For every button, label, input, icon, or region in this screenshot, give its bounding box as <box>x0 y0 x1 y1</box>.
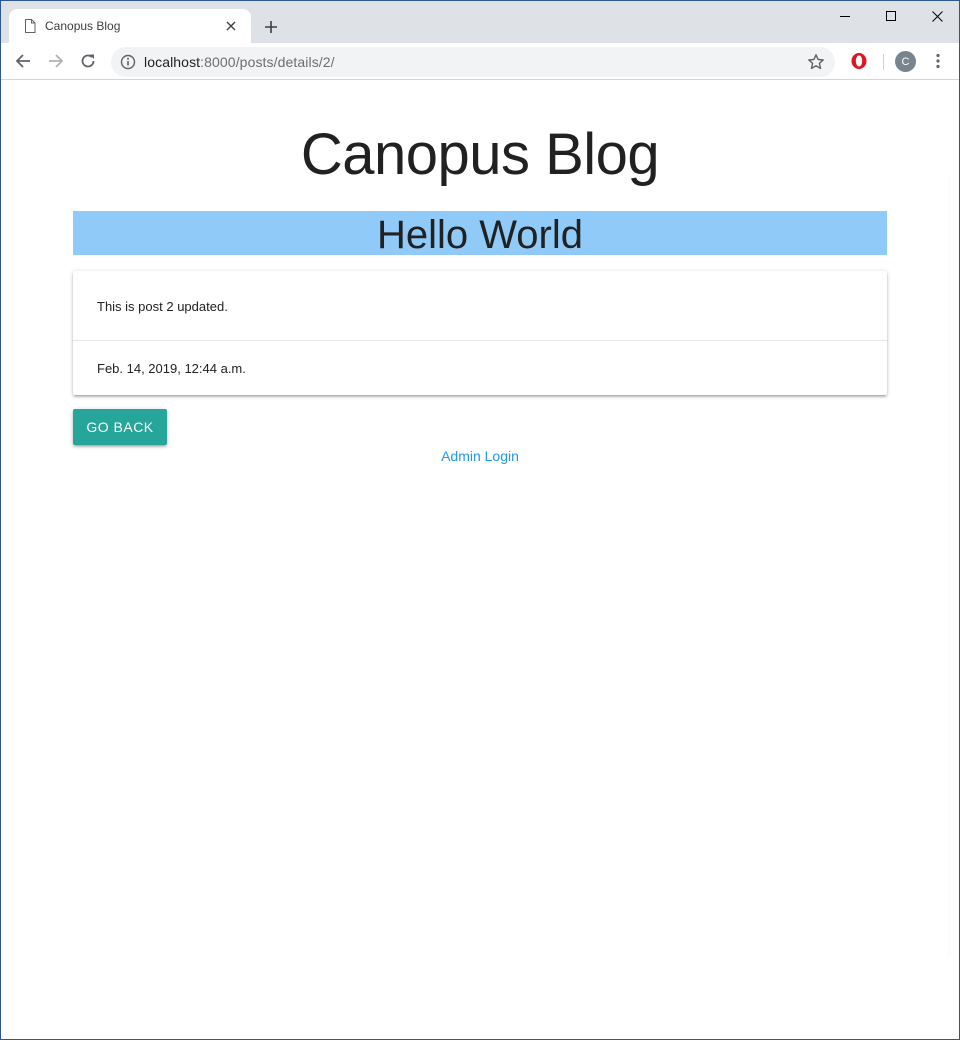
arrow-right-icon[interactable] <box>44 49 68 73</box>
post-body: This is post 2 updated. <box>97 299 228 314</box>
url-host: localhost <box>144 54 201 70</box>
blog-title: Canopus Blog <box>300 122 660 187</box>
address-bar[interactable]: localhost:8000/posts/details/2/ <box>111 47 835 77</box>
maximize-icon[interactable] <box>868 1 914 31</box>
go-back-button[interactable]: GO BACK <box>73 409 167 445</box>
browser-window: Canopus Blog localhost:8000/posts/detail… <box>0 0 960 1040</box>
admin-login-anchor[interactable]: Admin Login <box>441 448 519 464</box>
admin-login-link: Admin Login <box>1 448 959 464</box>
plus-icon[interactable] <box>260 16 282 38</box>
reload-icon[interactable] <box>76 49 100 73</box>
info-icon[interactable] <box>120 54 136 70</box>
post-date: Feb. 14, 2019, 12:44 a.m. <box>97 361 246 376</box>
opera-icon[interactable] <box>847 49 871 73</box>
browser-toolbar: localhost:8000/posts/details/2/ C <box>1 43 959 80</box>
page-icon <box>24 19 36 33</box>
arrow-left-icon[interactable] <box>11 49 35 73</box>
post-card-content: This is post 2 updated. <box>73 271 887 341</box>
profile-avatar[interactable]: C <box>895 51 916 72</box>
post-card: This is post 2 updated. Feb. 14, 2019, 1… <box>73 271 887 395</box>
post-title-bar: Hello World <box>73 211 887 257</box>
url-text: localhost:8000/posts/details/2/ <box>144 54 335 70</box>
kebab-menu-icon[interactable] <box>926 49 950 73</box>
star-icon[interactable] <box>807 53 825 71</box>
page-edge-shadow <box>945 176 951 956</box>
minimize-icon[interactable] <box>822 1 868 31</box>
tab-canopus-blog[interactable]: Canopus Blog <box>9 9 251 43</box>
post-title: Hello World <box>377 213 583 257</box>
toolbar-separator <box>883 54 884 70</box>
tab-strip: Canopus Blog <box>1 1 959 43</box>
close-window-icon[interactable] <box>914 1 959 31</box>
close-icon[interactable] <box>223 18 239 34</box>
url-path: :8000/posts/details/2/ <box>200 54 335 70</box>
tab-title: Canopus Blog <box>45 19 121 33</box>
page-content: Canopus Blog Hello World This is post 2 … <box>1 81 959 1039</box>
